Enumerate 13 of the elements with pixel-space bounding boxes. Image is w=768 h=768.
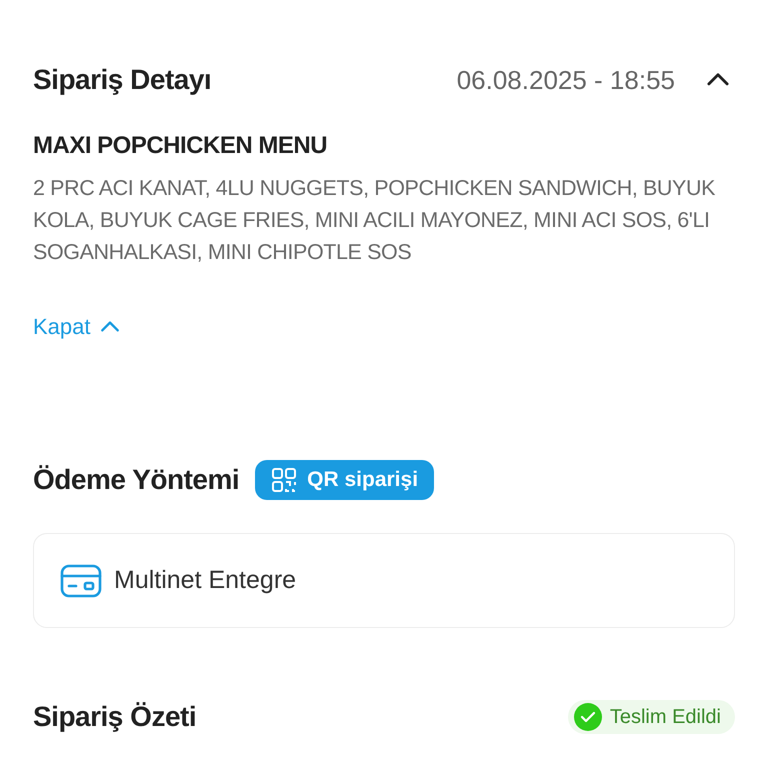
qr-order-badge: QR siparişi (255, 460, 434, 500)
item-name: MAXI POPCHICKEN MENU (33, 131, 328, 161)
order-date: 06.08.2025 - 18:55 (456, 64, 675, 96)
check-icon (574, 703, 602, 731)
qr-code-icon (271, 467, 298, 493)
item-description: 2 PRC ACI KANAT, 4LU NUGGETS, POPCHICKEN SANDWICH, BUYUK KOLA, BUYUK CAGE FRIES, MINI ACILI MAYONEZ, MINI ACI SOS, 6'LI SOGANHALKASI, MINI CHIPOTLE SOS (33, 175, 716, 266)
status-badge: Teslim Edildi (568, 700, 735, 734)
section-title: Sipariş Özeti (33, 700, 196, 734)
section-title: Ödeme Yöntemi (33, 463, 240, 497)
payment-method: Multinet Entegre (114, 564, 296, 596)
card-icon (60, 564, 102, 598)
collapse-link[interactable]: Kapat (33, 310, 120, 343)
section-title: Sipariş Detayı (33, 63, 212, 97)
